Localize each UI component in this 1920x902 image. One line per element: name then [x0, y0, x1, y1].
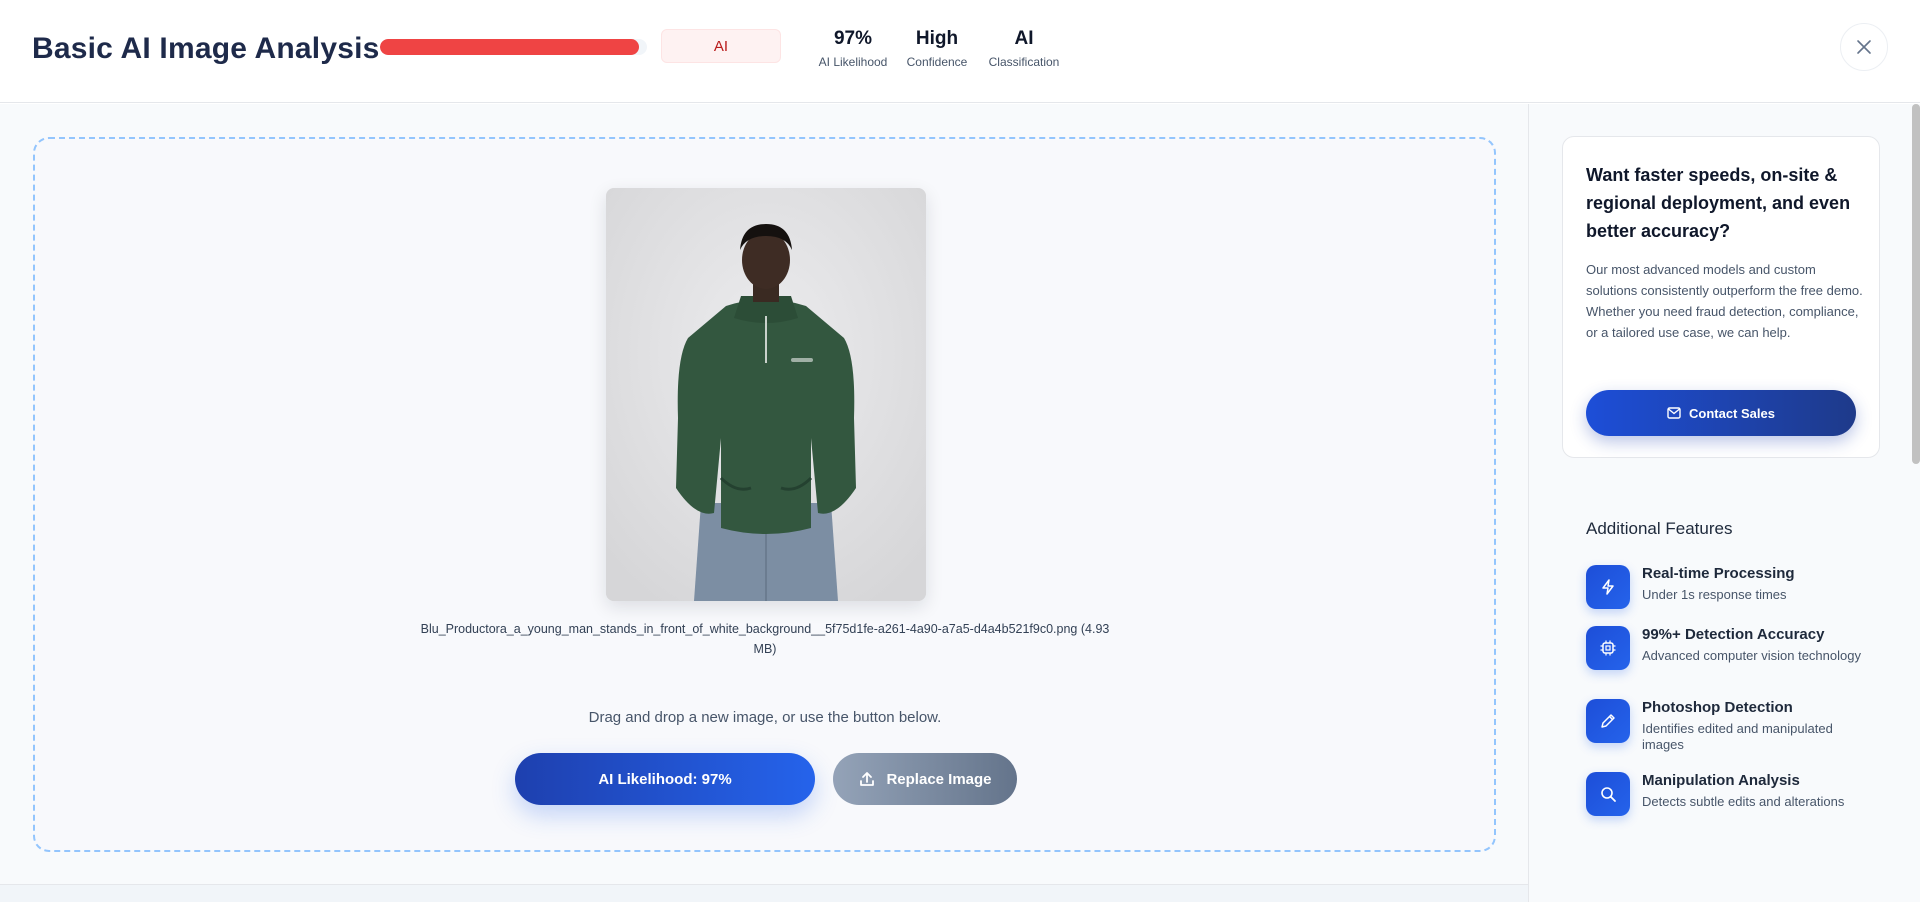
contact-sales-label: Contact Sales: [1689, 405, 1775, 421]
main-content: Blu_Productora_a_young_man_stands_in_fro…: [0, 104, 1528, 884]
promo-title: Want faster speeds, on-site & regional d…: [1586, 165, 1851, 241]
replace-image-label: Replace Image: [886, 770, 992, 788]
search-icon: [1586, 772, 1630, 816]
footer-strip: [0, 884, 1528, 902]
stat-confidence: High Confidence: [901, 28, 973, 69]
chip-icon: [1586, 626, 1630, 670]
feature-accuracy: 99%+ Detection Accuracy Advanced compute…: [1586, 626, 1886, 686]
stat-label: AI Likelihood: [818, 55, 888, 69]
sidebar-scrollbar[interactable]: [1912, 104, 1920, 464]
feature-subtitle: Detects subtle edits and alterations: [1642, 794, 1845, 809]
bolt-icon: [1586, 565, 1630, 609]
sidebar: Want faster speeds, on-site & regional d…: [1528, 104, 1920, 902]
stat-value: 97%: [833, 28, 873, 49]
stat-ai-likelihood: 97% AI Likelihood: [813, 28, 893, 69]
header: Basic AI Image Analysis AI 97% AI Likeli…: [0, 0, 1920, 103]
ai-likelihood-button[interactable]: AI Likelihood: 97%: [515, 753, 815, 805]
stat-label: Confidence: [906, 55, 968, 69]
image-dropzone[interactable]: Blu_Productora_a_young_man_stands_in_fro…: [33, 137, 1496, 852]
feature-manipulation: Manipulation Analysis Detects subtle edi…: [1586, 772, 1886, 832]
features-heading: Additional Features: [1586, 519, 1733, 538]
upload-icon: [860, 772, 875, 786]
feature-title: Manipulation Analysis: [1642, 772, 1800, 789]
feature-title: Real-time Processing: [1642, 565, 1795, 582]
feature-subtitle: Advanced computer vision technology: [1642, 648, 1861, 663]
mail-icon: [1667, 407, 1681, 419]
person-photo: [606, 188, 926, 601]
feature-subtitle: Under 1s response times: [1642, 587, 1787, 602]
stat-value: AI: [1014, 28, 1034, 49]
contact-sales-button[interactable]: Contact Sales: [1586, 390, 1856, 436]
close-button[interactable]: [1840, 23, 1888, 71]
promo-card: Want faster speeds, on-site & regional d…: [1562, 136, 1880, 458]
feature-photoshop: Photoshop Detection Identifies edited an…: [1586, 699, 1886, 759]
pencil-icon: [1586, 699, 1630, 743]
feature-subtitle: Identifies edited and manipulated images: [1642, 721, 1833, 752]
page-title: Basic AI Image Analysis: [32, 32, 380, 65]
close-icon: [1857, 40, 1871, 54]
stat-value: High: [915, 28, 959, 49]
ai-likelihood-bar: [380, 39, 647, 55]
dropzone-hint: Drag and drop a new image, or use the bu…: [588, 709, 942, 726]
classification-badge: AI: [661, 29, 781, 63]
ai-likelihood-bar-fill: [380, 39, 639, 55]
stat-classification: AI Classification: [984, 28, 1064, 69]
stat-label: Classification: [988, 55, 1060, 69]
replace-image-button[interactable]: Replace Image: [833, 753, 1017, 805]
uploaded-image-preview: [606, 188, 926, 601]
image-filename: Blu_Productora_a_young_man_stands_in_fro…: [420, 622, 1110, 656]
feature-title: 99%+ Detection Accuracy: [1642, 626, 1825, 643]
feature-title: Photoshop Detection: [1642, 699, 1793, 716]
promo-text: Our most advanced models and custom solu…: [1586, 262, 1863, 340]
feature-realtime: Real-time Processing Under 1s response t…: [1586, 565, 1886, 625]
